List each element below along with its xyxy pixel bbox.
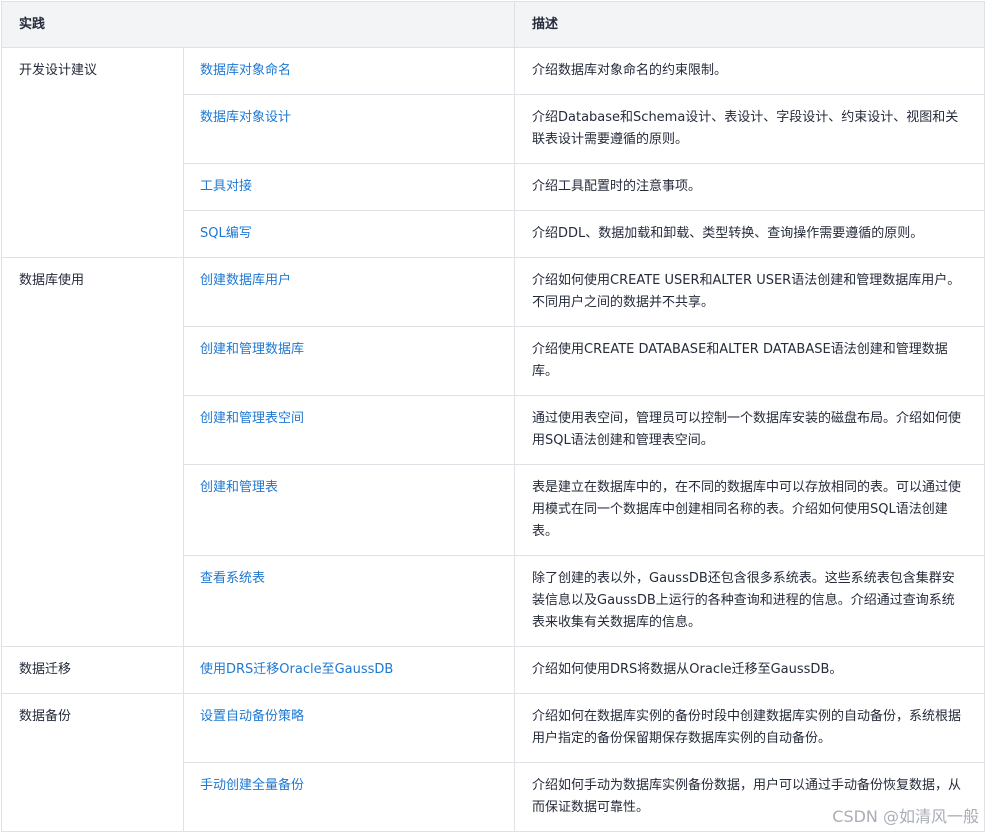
description-cell: 介绍如何使用CREATE USER和ALTER USER语法创建和管理数据库用户…	[514, 257, 985, 327]
description-cell: 介绍工具配置时的注意事项。	[514, 163, 985, 211]
practice-link-cell: 使用DRS迁移Oracle至GaussDB	[182, 646, 516, 694]
practice-link[interactable]: SQL编写	[200, 226, 252, 241]
table-body: 开发设计建议 数据库对象命名 介绍数据库对象命名的约束限制。数据库对象设计 介绍Dat…	[1, 47, 985, 832]
category-cell: 数据备份	[1, 693, 184, 832]
practice-link-cell: 数据库对象设计	[182, 94, 516, 164]
practice-link[interactable]: 创建和管理数据库	[200, 342, 304, 357]
description-cell: 介绍使用CREATE DATABASE和ALTER DATABASE语法创建和管…	[514, 326, 985, 396]
table-row: 数据备份 设置自动备份策略 介绍如何在数据库实例的备份时段中创建数据库实例的自动备份…	[1, 693, 985, 832]
practice-link-cell: 创建数据库用户	[182, 257, 516, 327]
practice-link[interactable]: 工具对接	[200, 179, 252, 194]
practice-link[interactable]: 创建数据库用户	[200, 273, 291, 288]
description-cell: 介绍如何在数据库实例的备份时段中创建数据库实例的自动备份，系统根据用户指定的备份…	[514, 693, 985, 763]
practice-link-cell: SQL编写	[182, 210, 516, 258]
practice-link-cell: 创建和管理表空间	[182, 395, 516, 465]
watermark: CSDN @如清风一般	[832, 807, 979, 826]
best-practices-table: 实践 描述 开发设计建议 数据库对象命名 介绍数据库对象命名的约束限制。数据库对象设…	[0, 1, 985, 832]
description-cell: 介绍DDL、数据加载和卸载、类型转换、查询操作需要遵循的原则。	[514, 210, 985, 258]
header-description: 描述	[514, 1, 985, 48]
practice-link[interactable]: 使用DRS迁移Oracle至GaussDB	[200, 662, 393, 677]
table-header-row: 实践 描述	[0, 1, 985, 48]
practice-link-cell: 创建和管理表	[182, 464, 516, 556]
practice-link[interactable]: 创建和管理表空间	[200, 411, 304, 426]
practice-link-cell: 数据库对象命名	[182, 47, 516, 95]
practice-link-cell: 工具对接	[182, 163, 516, 211]
practice-link[interactable]: 设置自动备份策略	[200, 709, 304, 724]
table-row: 数据库使用 创建数据库用户 介绍如何使用CREATE USER和ALTER USER…	[1, 257, 985, 647]
description-cell: 除了创建的表以外，GaussDB还包含很多系统表。这些系统表包含集群安装信息以及…	[514, 555, 985, 647]
header-practice: 实践	[0, 1, 516, 48]
description-cell: 介绍数据库对象命名的约束限制。	[514, 47, 985, 95]
description-cell: 介绍如何使用DRS将数据从Oracle迁移至GaussDB。	[514, 646, 985, 694]
practice-link[interactable]: 创建和管理表	[200, 480, 278, 495]
category-cell: 开发设计建议	[1, 47, 184, 258]
category-cell: 数据库使用	[1, 257, 184, 647]
practice-link-cell: 查看系统表	[182, 555, 516, 647]
table-row: 开发设计建议 数据库对象命名 介绍数据库对象命名的约束限制。	[1, 47, 985, 258]
description-cell: 表是建立在数据库中的，在不同的数据库中可以存放相同的表。可以通过使用模式在同一个…	[514, 464, 985, 556]
description-cell: 介绍Database和Schema设计、表设计、字段设计、约束设计、视图和关联表…	[514, 94, 985, 164]
practice-link-cell: 手动创建全量备份	[182, 762, 516, 832]
table-row: 数据迁移 使用DRS迁移Oracle至GaussDB 介绍如何使用DRS将数据从Or…	[1, 646, 985, 694]
practice-link[interactable]: 手动创建全量备份	[200, 778, 304, 793]
category-cell: 数据迁移	[1, 646, 184, 694]
practice-link-cell: 设置自动备份策略	[182, 693, 516, 763]
practice-link[interactable]: 数据库对象命名	[200, 63, 291, 78]
description-cell: 通过使用表空间，管理员可以控制一个数据库安装的磁盘布局。介绍如何使用SQL语法创…	[514, 395, 985, 465]
practice-link-cell: 创建和管理数据库	[182, 326, 516, 396]
practice-link[interactable]: 查看系统表	[200, 571, 265, 586]
practice-link[interactable]: 数据库对象设计	[200, 110, 291, 125]
